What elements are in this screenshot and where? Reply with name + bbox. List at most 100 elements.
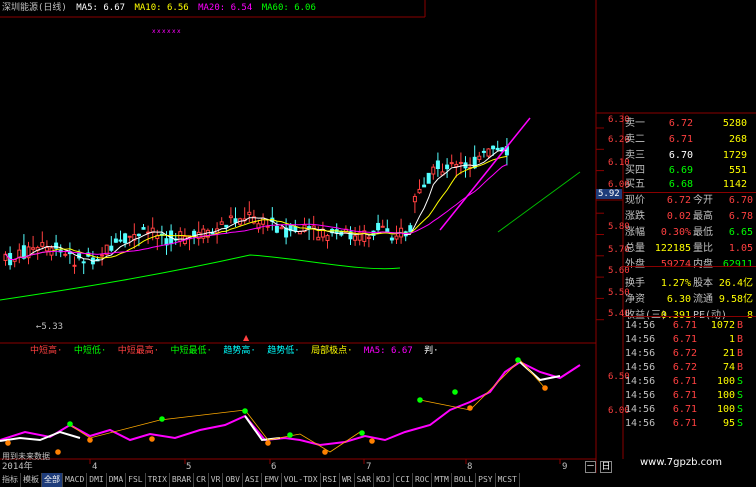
tick-time: 14:56 (625, 418, 656, 429)
stat-value: 6.65 (728, 227, 753, 238)
tab-psy[interactable]: PSY (476, 473, 496, 487)
stat-value: 26.4亿 (718, 278, 753, 289)
stat-value: 6.30 (666, 294, 691, 305)
tab-kdj[interactable]: KDJ (374, 473, 394, 487)
tab-macd[interactable]: MACD (63, 473, 88, 487)
tab-指标[interactable]: 指标 (0, 473, 21, 487)
zoom-out-button[interactable]: － (585, 461, 596, 473)
candle-body (228, 215, 233, 219)
tab-vol-tdx[interactable]: VOL-TDX (282, 473, 321, 487)
candle-body (477, 155, 482, 160)
signal-marker (242, 408, 248, 414)
signal-mark: x (152, 28, 156, 35)
tick-time: 14:56 (625, 348, 656, 359)
stat-label: 最高 (693, 211, 713, 222)
signal-mark: x (162, 28, 166, 35)
tick-volume: 1 (728, 334, 735, 345)
tab-brar[interactable]: BRAR (170, 473, 195, 487)
tab-mtm[interactable]: MTM (432, 473, 452, 487)
chart-title: 深圳能源(日线) (2, 3, 67, 13)
tab-obv[interactable]: OBV (223, 473, 243, 487)
quote-row[interactable]: 买四 6.69 551 (597, 164, 756, 177)
stat-label: 股本 (693, 278, 713, 289)
ma60-line (0, 254, 401, 301)
candle-body (491, 145, 496, 150)
candle-body (422, 184, 427, 188)
tab-wr[interactable]: WR (340, 473, 355, 487)
candle-body (408, 225, 413, 233)
tick-row[interactable]: 14:56 6.71 95 S (625, 417, 753, 431)
tab-mcst[interactable]: MCST (496, 473, 520, 487)
tick-row[interactable]: 14:56 6.72 21 B (625, 347, 753, 361)
signal-mark: x (177, 28, 181, 35)
candle-body (307, 226, 312, 229)
indicator-tab-bar: 指标 模板 全部 MACD DMI DMA FSL TRIX BRAR CR VR OBV ASI EMV… (0, 473, 756, 487)
ma60-legend: MA60: 6.06 (261, 3, 316, 13)
signal-mark: x (167, 28, 171, 35)
candle-body (261, 217, 266, 225)
signal-marker (467, 405, 473, 411)
date-axis-label: 7 (366, 462, 372, 472)
candle-body (178, 231, 183, 242)
tab-dmi[interactable]: DMI (87, 473, 107, 487)
candle-body (366, 236, 371, 239)
quote-row[interactable]: 买五 6.68 1142 (597, 178, 756, 191)
signal-marker (359, 430, 365, 436)
candle-body (435, 160, 440, 169)
date-axis-label: 8 (467, 462, 473, 472)
tick-time: 14:56 (625, 320, 656, 331)
tab-asi[interactable]: ASI (243, 473, 263, 487)
candle-body (219, 221, 224, 225)
candle-body (481, 150, 486, 153)
tick-row[interactable]: 14:56 6.71 1 B (625, 333, 753, 347)
tab-emv[interactable]: EMV (262, 473, 282, 487)
tab-roc[interactable]: ROC (413, 473, 433, 487)
tab-vr[interactable]: VR (209, 473, 224, 487)
indicator-legend: 中短高· 中短低· 中短最高· 中短最低· 趋势高· 趋势低· 局部极点· MA… (30, 345, 445, 357)
candle-body (100, 254, 105, 257)
tick-row[interactable]: 14:56 6.71 100 S (625, 389, 753, 403)
candle-body (445, 164, 450, 170)
ma20-line (439, 117, 531, 231)
quote-row[interactable]: 卖三 6.70 1729 (597, 149, 756, 162)
signal-marker (67, 421, 73, 427)
tick-row[interactable]: 14:56 6.72 74 B (625, 361, 753, 375)
stat-label: 今开 (693, 195, 713, 206)
signal-marker (159, 416, 165, 422)
stat-label: 量比 (693, 243, 713, 254)
candle-body (454, 163, 459, 167)
date-axis-label: 6 (271, 462, 277, 472)
tab-模板[interactable]: 模板 (21, 473, 42, 487)
tab-boll[interactable]: BOLL (452, 473, 477, 487)
quote-row[interactable]: 卖二 6.71 268 (597, 133, 756, 146)
tab-sar[interactable]: SAR (355, 473, 375, 487)
signal-marker (452, 389, 458, 395)
tick-time: 14:56 (625, 404, 656, 415)
ind-legend-item: 趋势高· (223, 346, 256, 356)
tab-全部[interactable]: 全部 (42, 473, 63, 487)
tick-volume: 74 (722, 362, 735, 373)
tick-row[interactable]: 14:56 6.71 100 S (625, 375, 753, 389)
candle-body (247, 211, 252, 216)
tab-dma[interactable]: DMA (107, 473, 127, 487)
tab-trix[interactable]: TRIX (146, 473, 170, 487)
tab-cr[interactable]: CR (194, 473, 209, 487)
ind-legend-item: 判· (424, 346, 439, 356)
signal-marker (287, 432, 293, 438)
date-axis-label: 2014年 (2, 462, 33, 472)
tab-cci[interactable]: CCI (394, 473, 413, 487)
candle-body (81, 261, 86, 264)
indicator-trend-line (419, 359, 546, 411)
stat-label: 换手 (625, 278, 645, 289)
stat-value: 122185 (654, 243, 691, 254)
quote-row[interactable]: 卖一 6.72 5280 (597, 117, 756, 130)
stat-label: 净资 (625, 294, 645, 305)
tab-fsl[interactable]: FSL (126, 473, 146, 487)
candle-body (118, 239, 123, 242)
tick-direction: B (737, 320, 744, 331)
tick-row[interactable]: 14:56 6.71 1072 B (625, 319, 753, 333)
period-day-button[interactable]: 日 (600, 461, 612, 473)
tick-volume: 95 (722, 418, 735, 429)
tab-rsi[interactable]: RSI (321, 473, 340, 487)
tick-row[interactable]: 14:56 6.71 100 S (625, 403, 753, 417)
